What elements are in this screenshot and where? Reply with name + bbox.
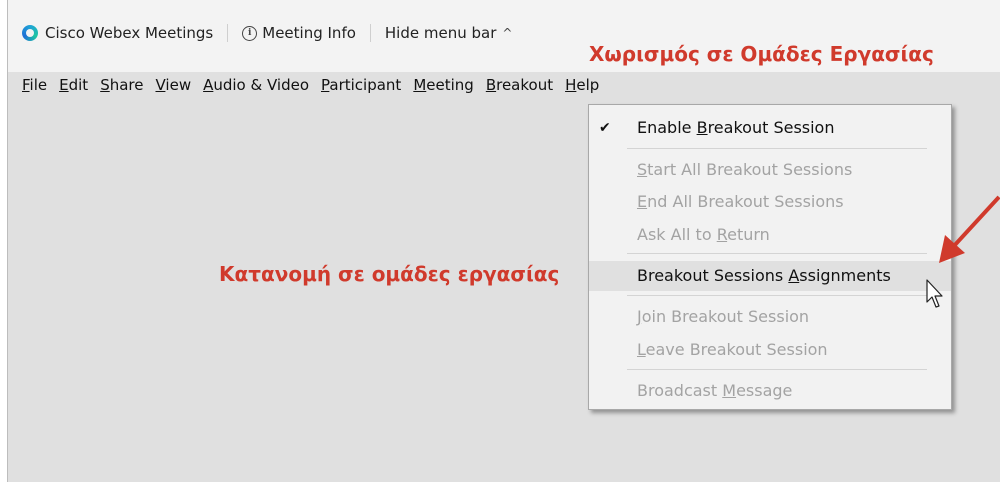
menu-separator [627, 295, 927, 296]
menu-separator [627, 253, 927, 254]
menu-breakout[interactable]: Breakout [486, 76, 553, 94]
title-separator [227, 24, 229, 42]
menu-audio-video[interactable]: Audio & Video [203, 76, 309, 94]
menu-item-broadcast: Broadcast Message [589, 377, 951, 405]
annotation-arrow-icon [939, 195, 1000, 263]
menu-item-label: Enable Breakout Session [637, 118, 835, 137]
menu-separator [627, 369, 927, 370]
menu-item-label: End All Breakout Sessions [637, 192, 844, 211]
chevron-up-icon[interactable]: ^ [502, 26, 512, 40]
menu-edit[interactable]: Edit [59, 76, 88, 94]
hide-menu-bar-button[interactable]: Hide menu bar [385, 24, 496, 42]
menu-item-ask-return: Ask All to Return [589, 221, 951, 249]
menu-item-join: Join Breakout Session [589, 303, 951, 331]
menu-meeting[interactable]: Meeting [413, 76, 474, 94]
menu-item-label: Breakout Sessions Assignments [637, 266, 891, 285]
app-name: Cisco Webex Meetings [45, 24, 214, 42]
menu-view[interactable]: View [155, 76, 191, 94]
menu-separator [627, 148, 927, 149]
menu-item-label: Broadcast Message [637, 381, 793, 400]
breakout-dropdown-menu: ✔ Enable Breakout Session Start All Brea… [588, 104, 952, 410]
menu-share[interactable]: Share [100, 76, 143, 94]
menu-item-start-all: Start All Breakout Sessions [589, 156, 951, 184]
info-icon[interactable]: i [242, 25, 258, 41]
menu-participant[interactable]: Participant [321, 76, 401, 94]
annotation-breakout-title: Χωρισμός σε Ομάδες Εργασίας [589, 42, 934, 66]
menu-item-label: Join Breakout Session [637, 307, 810, 326]
title-separator [369, 24, 371, 42]
meeting-info-button[interactable]: Meeting Info [262, 24, 356, 42]
menu-file[interactable]: File [22, 76, 47, 94]
title-row: Cisco Webex Meetings i Meeting Info Hide… [22, 22, 512, 44]
menu-item-label: Start All Breakout Sessions [637, 160, 853, 179]
menu-item-leave: Leave Breakout Session [589, 336, 951, 364]
menu-item-enable-breakout[interactable]: ✔ Enable Breakout Session [589, 114, 951, 142]
menu-item-end-all: End All Breakout Sessions [589, 188, 951, 216]
menu-help[interactable]: Help [565, 76, 599, 94]
menu-item-label: Ask All to Return [637, 225, 770, 244]
menu-bar: File Edit Share View Audio & Video Parti… [22, 74, 611, 96]
webex-logo-icon [22, 25, 38, 41]
mouse-cursor-icon [926, 279, 943, 308]
menu-item-label: Leave Breakout Session [637, 340, 828, 359]
annotation-assignments: Κατανομή σε ομάδες εργασίας [219, 262, 560, 286]
menu-item-assignments[interactable]: Breakout Sessions Assignments [589, 261, 951, 291]
checkmark-icon: ✔ [599, 120, 611, 136]
